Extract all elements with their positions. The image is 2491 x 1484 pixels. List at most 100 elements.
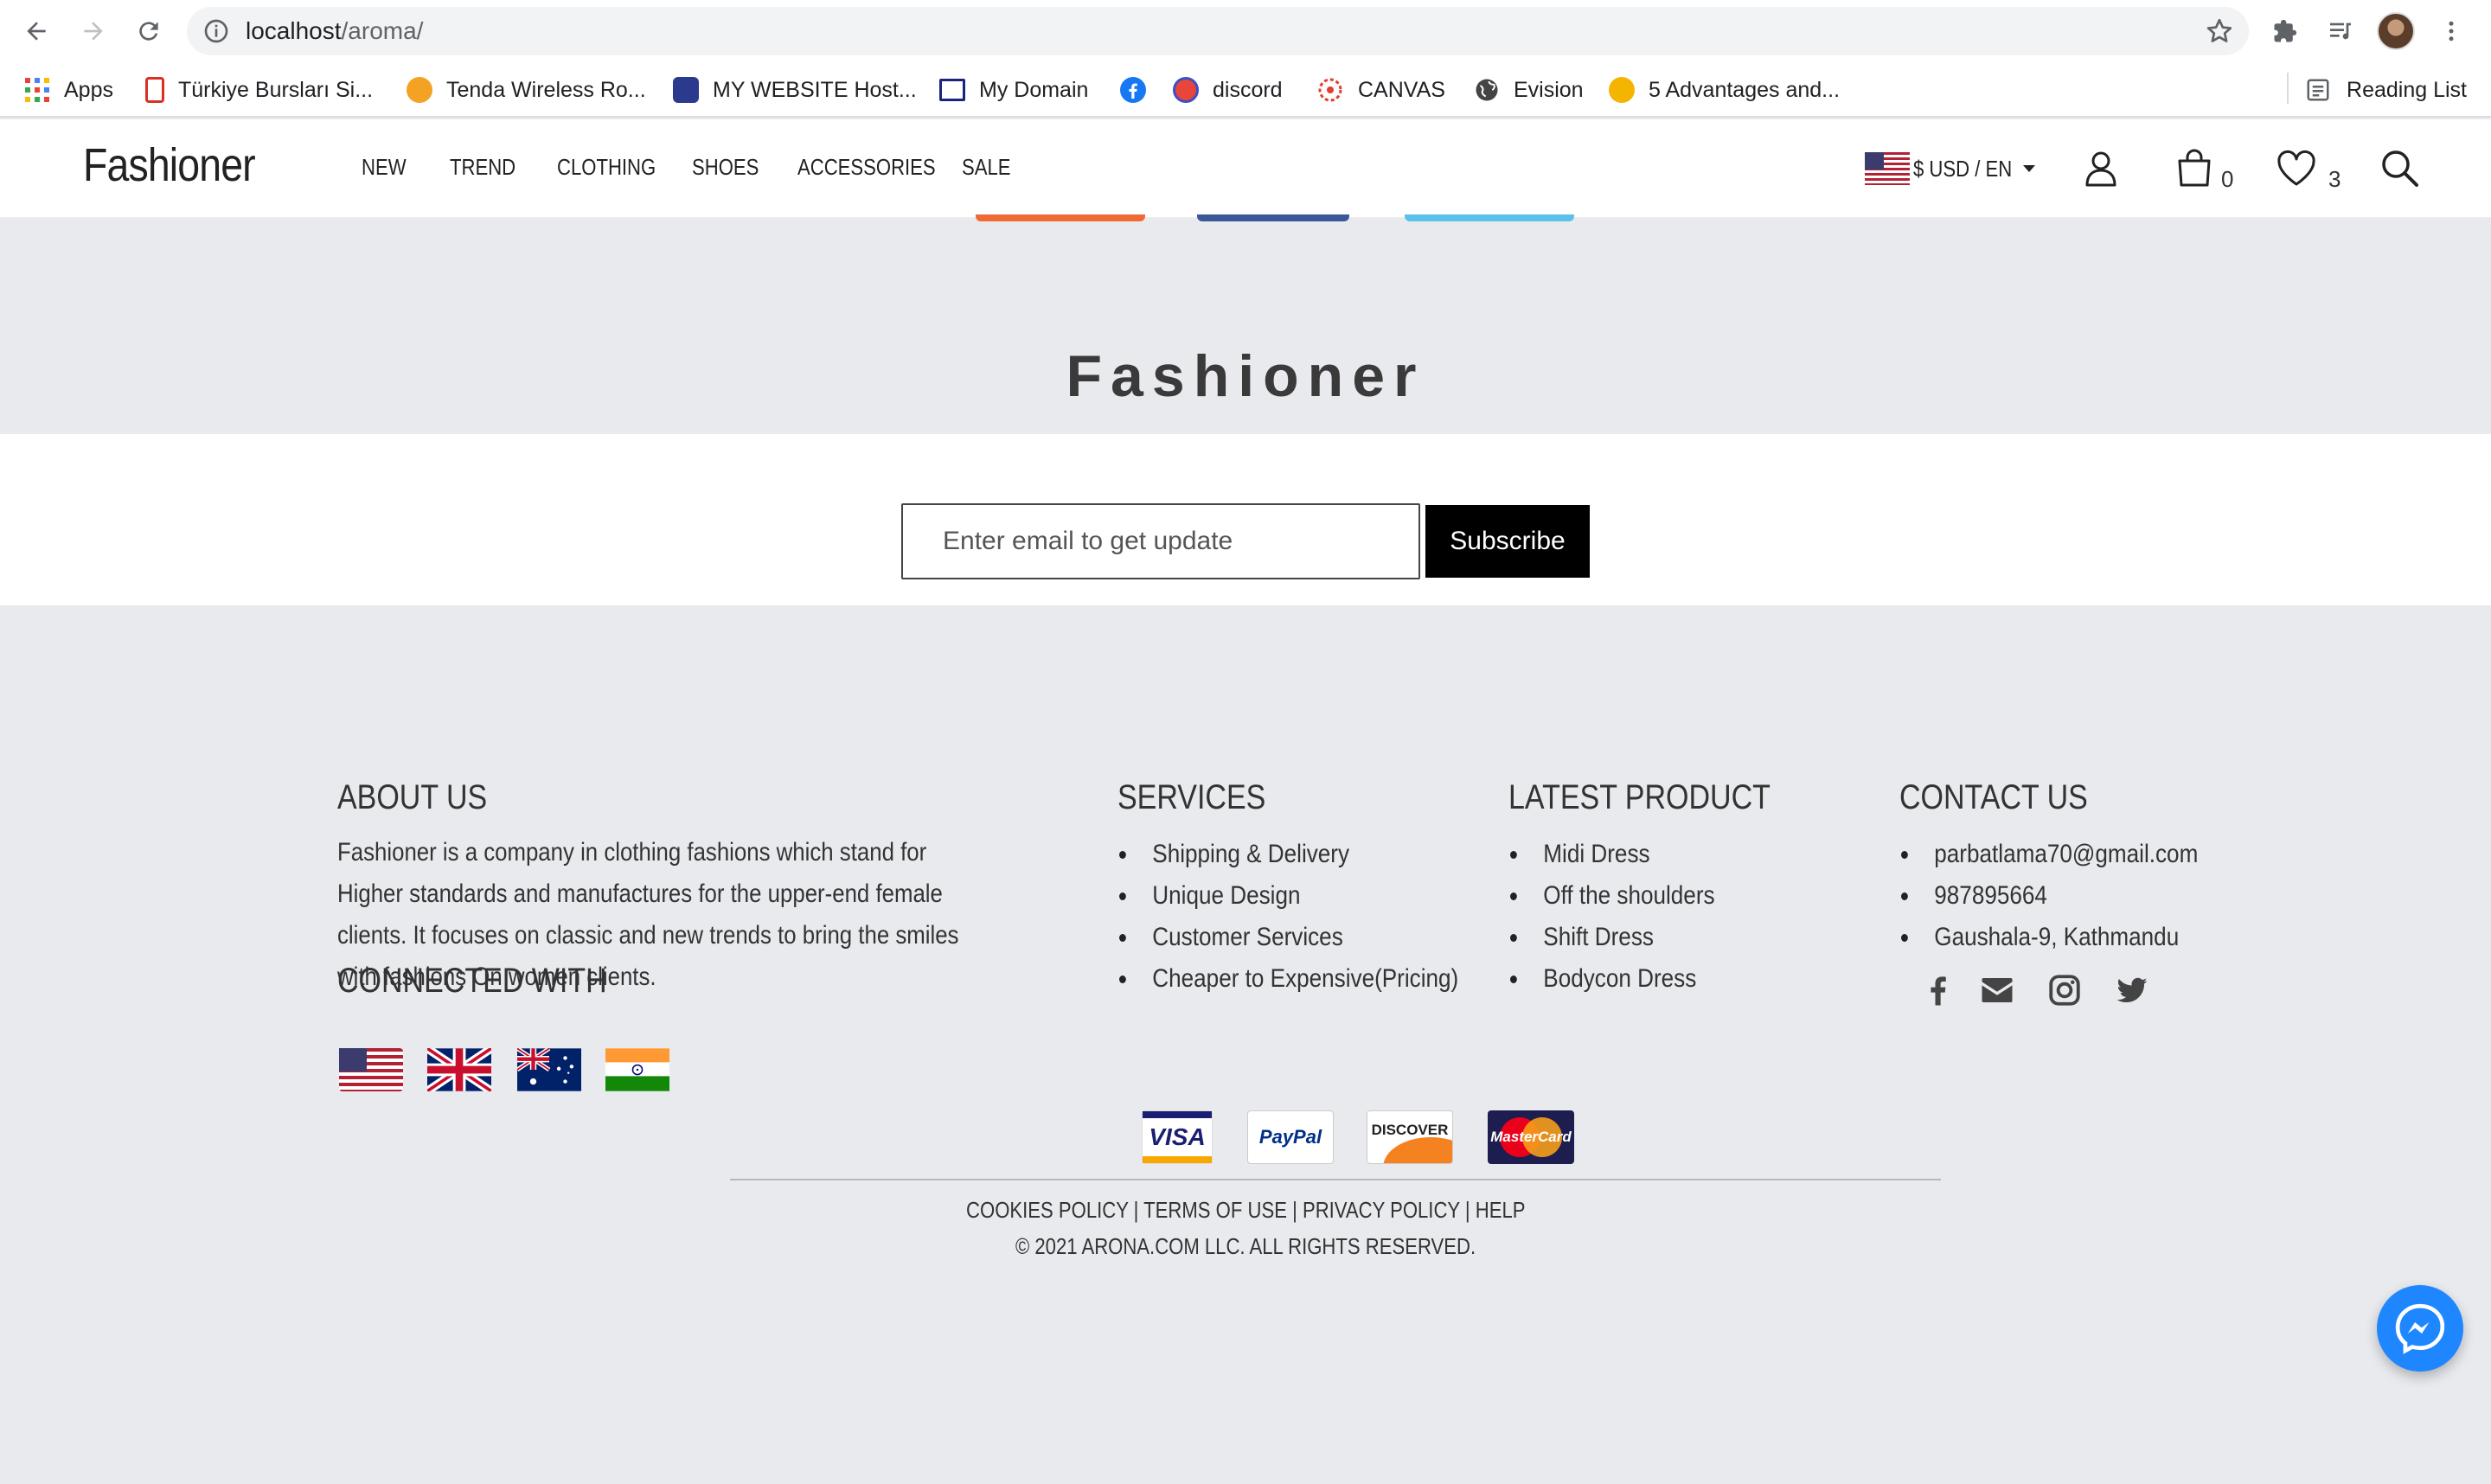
bookmark-my-website[interactable]: MY WEBSITE Host...: [673, 73, 917, 107]
bookmark-label: Evision: [1514, 77, 1584, 102]
profile-avatar[interactable]: [2377, 12, 2415, 50]
contact-phone: 987895664: [1901, 875, 2198, 917]
nav-sale[interactable]: SALE: [962, 154, 1011, 181]
messenger-icon: [2395, 1303, 2445, 1354]
social-button-remnant: [976, 214, 1145, 221]
bookmark-label: Türkiye Bursları Si...: [178, 77, 374, 102]
bookmark-discord[interactable]: discord: [1173, 73, 1283, 107]
site-footer: ABOUT US Fashioner is a company in cloth…: [0, 605, 2491, 1484]
list-item[interactable]: Bodycon Dress: [1510, 958, 1715, 1000]
browser-toolbar: localhost/aroma/: [0, 0, 2491, 62]
currency-language-selector[interactable]: $ USD / EN: [1865, 152, 2036, 185]
terms-of-use-link[interactable]: TERMS OF USE: [1143, 1197, 1287, 1223]
instagram-icon[interactable]: [2046, 972, 2083, 1008]
nav-new[interactable]: NEW: [362, 154, 407, 181]
list-item[interactable]: Midi Dress: [1510, 834, 1715, 875]
bookmark-5-advantages[interactable]: 5 Advantages and...: [1609, 73, 1840, 107]
bookmark-tenda[interactable]: Tenda Wireless Ro...: [407, 73, 646, 107]
copyright: © 2021 ARONA.COM LLC. ALL RIGHTS RESERVE…: [0, 1233, 2491, 1260]
address-bar[interactable]: localhost/aroma/: [187, 7, 2249, 55]
facebook-icon[interactable]: [1920, 972, 1956, 1008]
subscribe-button[interactable]: Subscribe: [1425, 505, 1590, 578]
caret-down-icon: [2023, 165, 2036, 172]
shopping-bag-icon[interactable]: [2173, 147, 2216, 190]
envelope-icon[interactable]: [1979, 972, 2015, 1008]
social-button-remnant: [1197, 214, 1349, 221]
chrome-menu-button[interactable]: [2432, 12, 2470, 50]
nav-clothing[interactable]: CLOTHING: [557, 154, 656, 181]
extensions-button[interactable]: [2266, 12, 2304, 50]
reading-list-icon: [2307, 79, 2329, 101]
list-item[interactable]: Customer Services: [1119, 917, 1458, 958]
puzzle-icon: [2274, 19, 2297, 42]
nav-trend[interactable]: TREND: [450, 154, 515, 181]
connected-with-heading: CONNECTED WITH: [337, 962, 607, 1000]
brand-banner: Fashioner: [0, 304, 2491, 434]
newsletter-section: Subscribe: [0, 434, 2491, 605]
list-item[interactable]: Off the shoulders: [1510, 875, 1715, 917]
bookmark-label: CANVAS: [1358, 77, 1445, 102]
kebab-menu-icon: [2449, 21, 2454, 42]
list-item[interactable]: Unique Design: [1119, 875, 1458, 917]
bookmarks-bar: Apps Türkiye Bursları Si... Tenda Wirele…: [0, 62, 2491, 118]
services-list: Shipping & Delivery Unique Design Custom…: [1119, 834, 1509, 1000]
site-logo[interactable]: Fashioner: [83, 138, 256, 192]
us-flag-icon: [1865, 152, 1910, 185]
info-icon[interactable]: [202, 17, 230, 45]
list-item[interactable]: Shipping & Delivery: [1119, 834, 1458, 875]
bookmark-apps[interactable]: Apps: [24, 73, 113, 107]
bookmark-my-domain[interactable]: My Domain: [939, 73, 1088, 107]
newsletter-email-input[interactable]: [901, 503, 1420, 579]
forward-button[interactable]: [74, 12, 112, 50]
facebook-icon: [1120, 77, 1146, 103]
bookmark-label: My Domain: [979, 77, 1089, 102]
brand-title: Fashioner: [1066, 343, 1425, 409]
visa-payment-icon: VISA: [1142, 1110, 1213, 1164]
us-flag-icon[interactable]: [339, 1048, 403, 1091]
arrow-right-icon: [84, 22, 103, 41]
paypal-payment-icon: PayPal: [1247, 1110, 1334, 1164]
bookmark-label: Apps: [64, 77, 113, 102]
arrow-left-icon: [27, 22, 46, 41]
site-header: Fashioner NEW TREND CLOTHING SHOES ACCES…: [0, 119, 2491, 218]
bookmark-star-icon[interactable]: [2204, 16, 2235, 47]
privacy-policy-link[interactable]: PRIVACY POLICY: [1303, 1197, 1460, 1223]
canvas-icon: [1318, 78, 1342, 102]
nav-accessories[interactable]: ACCESSORIES: [797, 154, 936, 181]
bookmark-facebook[interactable]: [1119, 73, 1147, 107]
help-link[interactable]: HELP: [1475, 1197, 1525, 1223]
heart-icon[interactable]: [2275, 147, 2318, 190]
reading-list-button[interactable]: Reading List: [2305, 73, 2467, 107]
australia-flag-icon[interactable]: [517, 1048, 581, 1091]
reload-button[interactable]: [130, 12, 168, 50]
bookmark-canvas[interactable]: CANVAS: [1316, 73, 1445, 107]
user-account-icon[interactable]: [2079, 147, 2123, 190]
contact-email[interactable]: parbatlama70@gmail.com: [1901, 834, 2198, 875]
uk-flag-icon[interactable]: [427, 1048, 491, 1091]
globe-icon: [1476, 79, 1498, 101]
discover-payment-icon: DISCOVER: [1367, 1110, 1453, 1164]
copyright-text: © 2021 ARONA.COM LLC. ALL RIGHTS RESERVE…: [1015, 1233, 1476, 1259]
messenger-chat-button[interactable]: [2377, 1285, 2463, 1372]
bookmark-label: discord: [1213, 77, 1283, 102]
latest-product-list: Midi Dress Off the shoulders Shift Dress…: [1510, 834, 1745, 1000]
services-heading: SERVICES: [1117, 778, 1266, 816]
back-button[interactable]: [17, 12, 55, 50]
search-icon[interactable]: [2379, 147, 2422, 190]
india-flag-icon[interactable]: [605, 1048, 669, 1091]
footer-divider: [730, 1179, 1941, 1180]
contact-list: parbatlama70@gmail.com 987895664 Gaushal…: [1901, 834, 2243, 958]
wishlist-count: 3: [2328, 166, 2341, 192]
apps-grid-icon: [25, 78, 49, 102]
nav-shoes[interactable]: SHOES: [692, 154, 759, 181]
reload-icon: [139, 22, 158, 41]
cookies-policy-link[interactable]: COOKIES POLICY: [966, 1197, 1129, 1223]
currency-label: $ USD / EN: [1913, 155, 2013, 182]
list-item[interactable]: Shift Dress: [1510, 917, 1715, 958]
twitter-icon[interactable]: [2114, 972, 2150, 1008]
reading-list-label: Reading List: [2347, 77, 2467, 102]
media-control-button[interactable]: [2321, 12, 2360, 50]
list-item[interactable]: Cheaper to Expensive(Pricing): [1119, 958, 1458, 1000]
bookmark-evision[interactable]: Evision: [1474, 73, 1584, 107]
bookmark-turkiye-burslari[interactable]: Türkiye Bursları Si...: [145, 73, 373, 107]
